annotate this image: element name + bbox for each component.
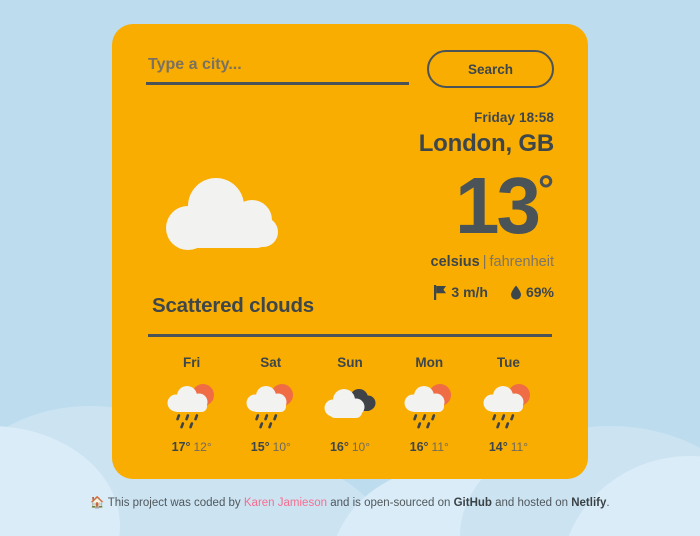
sun-cloud-rain-icon: [469, 380, 548, 432]
celsius-link[interactable]: celsius: [431, 254, 480, 270]
forecast-day: Fri 17° 12°: [152, 355, 231, 454]
forecast-temps: 17° 12°: [152, 440, 231, 454]
forecast-day: Sun 16° 10°: [310, 355, 389, 454]
forecast-day-name: Sat: [260, 355, 282, 370]
broken-clouds-icon: [310, 380, 389, 432]
weather-description: Scattered clouds: [152, 294, 314, 317]
forecast-max: 17°: [171, 440, 191, 454]
droplet-icon: [510, 285, 522, 300]
wind-value: 3 m/h: [451, 284, 488, 300]
fahrenheit-link[interactable]: fahrenheit: [490, 254, 555, 270]
footer-text-middle: and is open-sourced on: [327, 497, 454, 509]
sun-cloud-rain-icon: [390, 380, 469, 432]
flag-icon: [434, 284, 447, 300]
unit-separator: |: [482, 254, 487, 270]
forecast-min: 11°: [431, 440, 449, 454]
footer-text-after: and hosted on: [491, 497, 572, 509]
sun-cloud-rain-icon: [231, 380, 310, 432]
forecast-row: Fri 17° 12° Sat 15° 10° Sun 16° 10° Mon …: [146, 355, 554, 454]
background-cloud-shape: [0, 426, 120, 536]
forecast-day-name: Sun: [337, 355, 363, 370]
forecast-temps: 16° 10°: [310, 440, 389, 454]
current-conditions: 13° celsius | fahrenheit 3 m/h 69% Scatt…: [146, 160, 554, 322]
forecast-day: Sat 15° 10°: [231, 355, 310, 454]
humidity-stat: 69%: [510, 284, 554, 300]
forecast-temps: 15° 10°: [231, 440, 310, 454]
forecast-temps: 16° 11°: [390, 440, 469, 454]
search-row: Search: [146, 50, 554, 88]
github-link[interactable]: GitHub: [454, 497, 492, 509]
forecast-min: 12°: [193, 440, 212, 454]
cloud-icon: [160, 174, 290, 260]
forecast-day-name: Tue: [496, 355, 520, 370]
current-date: Friday 18:58: [474, 110, 554, 125]
forecast-min: 11°: [510, 440, 528, 454]
forecast-day-name: Fri: [182, 355, 201, 370]
forecast-day-name: Mon: [415, 355, 444, 370]
forecast-min: 10°: [272, 440, 291, 454]
weather-card: Search Friday 18:58 London, GB 13°: [112, 24, 588, 479]
city-name: London, GB: [418, 130, 555, 157]
search-button[interactable]: Search: [427, 50, 554, 88]
author-link[interactable]: Karen Jamieson: [244, 497, 327, 509]
temperature-value: 13: [455, 161, 541, 250]
wind-stat: 3 m/h: [434, 284, 488, 300]
footer-text-before: This project was coded by: [107, 497, 244, 509]
forecast-min: 10°: [351, 440, 371, 454]
footer: 🏠 This project was coded by Karen Jamieso…: [0, 495, 700, 509]
humidity-value: 69%: [525, 284, 554, 300]
house-icon: 🏠: [90, 497, 105, 509]
forecast-max: 14°: [488, 440, 508, 454]
forecast-max: 16°: [329, 440, 349, 454]
degree-symbol: °: [538, 168, 554, 212]
forecast-temps: 14° 11°: [469, 440, 548, 454]
netlify-link[interactable]: Netlify: [571, 497, 606, 509]
sun-cloud-rain-icon: [152, 380, 231, 432]
forecast-day: Tue 14° 11°: [469, 355, 548, 454]
footer-period: .: [606, 497, 610, 509]
forecast-max: 16°: [409, 440, 429, 454]
search-input[interactable]: [146, 53, 409, 85]
forecast-day: Mon 16° 11°: [390, 355, 469, 454]
location-meta: Friday 18:58 London, GB: [146, 110, 555, 158]
divider: [148, 334, 552, 337]
forecast-max: 15°: [250, 440, 270, 454]
